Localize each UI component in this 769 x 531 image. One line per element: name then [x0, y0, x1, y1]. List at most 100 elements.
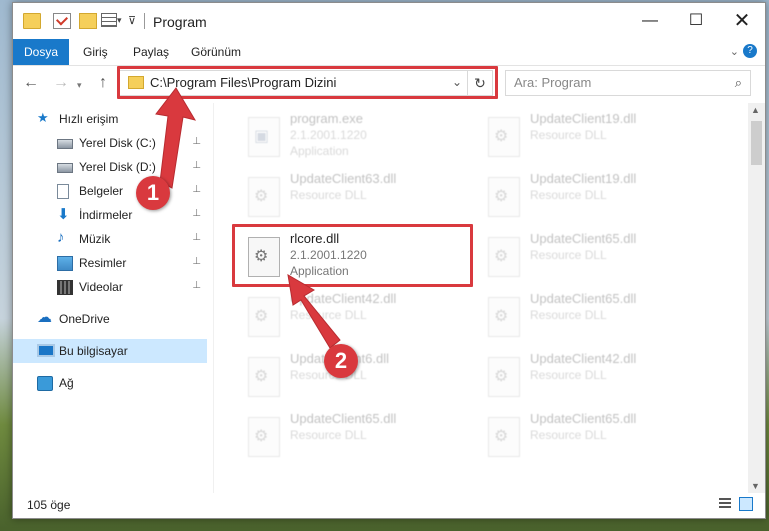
step-badge-1: 1 — [136, 176, 170, 210]
new-folder-icon[interactable] — [79, 13, 97, 29]
file-detail: Resource DLL — [530, 308, 607, 322]
pin-icon[interactable]: ⊥ — [192, 256, 201, 267]
details-view-icon[interactable] — [719, 498, 731, 510]
recent-locations-icon[interactable]: ▾ — [77, 80, 82, 91]
dll-icon — [248, 357, 280, 397]
dll-icon — [488, 237, 520, 277]
file-item[interactable]: UpdateClient65.dll Resource DLL — [474, 227, 712, 283]
sidebar-item-label: Hızlı erişim — [59, 112, 119, 126]
close-button[interactable]: ✕ — [719, 3, 765, 39]
pin-icon[interactable]: ⊥ — [192, 232, 201, 243]
pin-icon[interactable]: ⊥ — [192, 184, 201, 195]
address-bar[interactable]: C:\Program Files\Program Dizini ⌄ ↻ — [117, 70, 493, 96]
file-item[interactable]: UpdateClient42.dll Resource DLL — [234, 287, 472, 343]
scroll-down-icon[interactable]: ▼ — [751, 481, 760, 491]
tab-view[interactable]: Görünüm — [191, 39, 241, 65]
customize-quick-access-icon[interactable]: ⊽ — [128, 14, 136, 27]
file-detail: Resource DLL — [530, 128, 607, 142]
file-list: program.exe 2.1.2001.1220 Application Updat… — [214, 103, 744, 493]
file-explorer-window: ▾ ⊽ Program — ☐ ✕ Dosya Giriş Paylaş Gör… — [12, 2, 766, 519]
sidebar-item[interactable]: Resimler ⊥ — [13, 251, 207, 275]
dll-icon — [248, 177, 280, 217]
address-path[interactable]: C:\Program Files\Program Dizini — [150, 75, 336, 90]
sidebar-item[interactable]: Videolar ⊥ — [13, 275, 207, 299]
sidebar-item[interactable]: ☁ OneDrive — [13, 307, 207, 331]
sidebar-item[interactable]: ♪ Müzik ⊥ — [13, 227, 207, 251]
maximize-button[interactable]: ☐ — [673, 3, 719, 39]
file-name: UpdateClient65.dll — [530, 411, 637, 426]
file-detail: Resource DLL — [530, 368, 607, 382]
pin-icon[interactable]: ⊥ — [192, 280, 201, 291]
file-detail: 2.1.2001.1220 — [290, 248, 367, 262]
back-arrow-icon[interactable]: ← — [23, 74, 39, 92]
file-detail: 2.1.2001.1220 — [290, 128, 367, 142]
help-icon[interactable]: ? — [743, 44, 757, 58]
file-detail: Resource DLL — [290, 308, 367, 322]
file-detail: Resource DLL — [530, 188, 607, 202]
step-badge-2: 2 — [324, 344, 358, 378]
chevron-down-icon[interactable]: ⌄ — [452, 75, 462, 89]
sidebar-item[interactable]: Belgeler ⊥ — [13, 179, 207, 203]
file-item[interactable]: UpdateClient65.dll Resource DLL — [234, 407, 472, 463]
file-name: UpdateClient19.dll — [530, 111, 637, 126]
navigation-pane: ★ Hızlı erişim Yerel Disk (C:) ⊥ Yerel Disk … — [13, 103, 214, 493]
sidebar-item[interactable]: Bu bilgisayar — [13, 339, 207, 363]
sidebar-item-label: Resimler — [79, 256, 127, 270]
file-item[interactable]: UpdateClient65.dll Resource DLL — [474, 287, 712, 343]
vertical-scrollbar[interactable]: ▲ ▼ — [748, 103, 765, 493]
file-detail: Resource DLL — [530, 248, 607, 262]
download-icon: ⬇ — [57, 206, 70, 223]
tab-share[interactable]: Paylaş — [133, 39, 169, 65]
sidebar-item-label: Müzik — [79, 232, 111, 246]
pin-icon[interactable]: ⊥ — [192, 160, 201, 171]
refresh-icon[interactable]: ↻ — [467, 71, 492, 95]
file-item[interactable]: rlcore.dll 2.1.2001.1220 Application — [234, 227, 472, 283]
folder-icon — [23, 13, 41, 29]
sidebar-item-label: Yerel Disk (D:) — [79, 160, 156, 174]
search-placeholder: Ara: Program — [514, 75, 592, 90]
pin-icon[interactable]: ⊥ — [192, 208, 201, 219]
sidebar-item-label: Yerel Disk (C:) — [79, 136, 156, 150]
sidebar-item[interactable]: ★ Hızlı erişim — [13, 107, 207, 131]
window-title: Program — [153, 14, 207, 30]
search-input[interactable]: Ara: Program ⌕ — [505, 70, 751, 96]
view-icon[interactable] — [101, 13, 117, 27]
scroll-thumb[interactable] — [751, 121, 762, 165]
file-name: UpdateClient65.dll — [290, 411, 397, 426]
sidebar-item[interactable]: ⬇ İndirmeler ⊥ — [13, 203, 207, 227]
sidebar-item[interactable]: Yerel Disk (D:) ⊥ — [13, 155, 207, 179]
file-detail: Application — [290, 264, 349, 278]
ribbon-tabs: Dosya Giriş Paylaş Görünüm ⌄ ? — [13, 39, 765, 66]
forward-arrow-icon[interactable]: → — [53, 74, 69, 92]
file-item[interactable]: UpdateClient19.dll Resource DLL — [474, 167, 712, 223]
up-arrow-icon[interactable]: ↑ — [99, 74, 107, 92]
sidebar-item[interactable]: Yerel Disk (C:) ⊥ — [13, 131, 207, 155]
sidebar-item[interactable]: Ağ — [13, 371, 207, 395]
title-separator — [144, 13, 145, 29]
file-item[interactable]: UpdateClient42.dll Resource DLL — [474, 347, 712, 403]
pin-icon[interactable]: ⊥ — [192, 136, 201, 147]
dll-icon — [488, 417, 520, 457]
file-item[interactable]: UpdateClient65.dll Resource DLL — [474, 407, 712, 463]
file-item[interactable]: program.exe 2.1.2001.1220 Application — [234, 107, 472, 163]
tab-home[interactable]: Giriş — [83, 39, 108, 65]
exe-icon — [248, 117, 280, 157]
picture-icon — [57, 256, 73, 271]
file-detail: Application — [290, 144, 349, 158]
caret-down-icon[interactable]: ▾ — [117, 15, 122, 26]
dll-icon — [248, 237, 280, 277]
file-item[interactable]: UpdateClient63.dll Resource DLL — [234, 167, 472, 223]
properties-icon[interactable] — [53, 13, 71, 29]
large-icons-view-icon[interactable] — [739, 497, 753, 511]
file-name: UpdateClient63.dll — [290, 171, 397, 186]
file-detail: Resource DLL — [290, 188, 367, 202]
expand-ribbon-icon[interactable]: ⌄ — [730, 45, 739, 58]
star-icon: ★ — [37, 110, 49, 125]
scroll-up-icon[interactable]: ▲ — [751, 105, 760, 115]
search-icon[interactable]: ⌕ — [735, 75, 742, 91]
tab-file[interactable]: Dosya — [13, 39, 69, 65]
dll-icon — [488, 297, 520, 337]
file-item[interactable]: UpdateClient19.dll Resource DLL — [474, 107, 712, 163]
minimize-button[interactable]: — — [627, 3, 673, 39]
sidebar-item-label: İndirmeler — [79, 208, 133, 222]
